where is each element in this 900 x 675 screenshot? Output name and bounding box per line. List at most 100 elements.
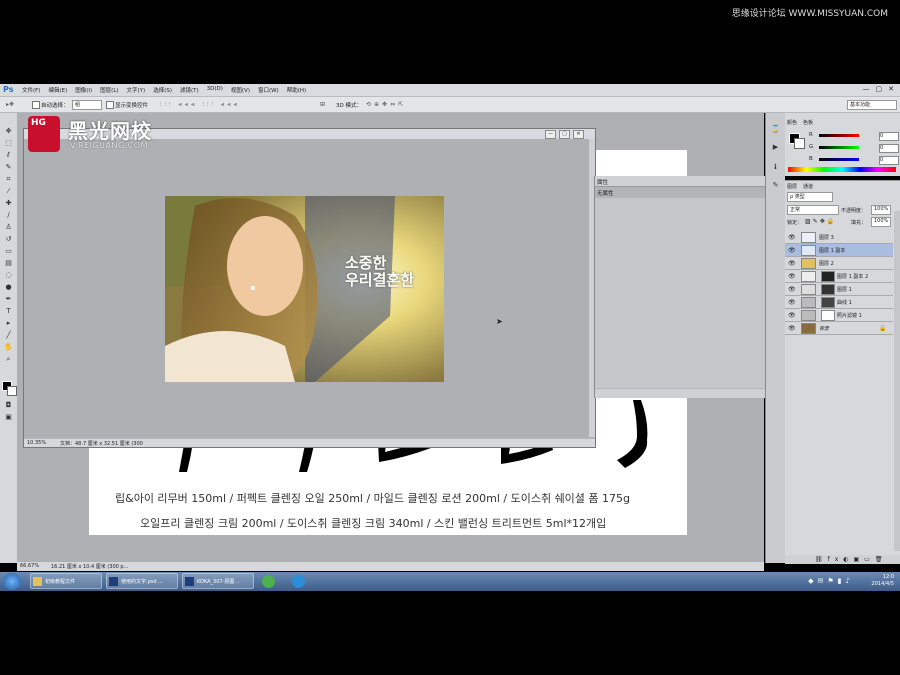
doc-minimize-button[interactable]: — bbox=[545, 130, 556, 139]
tab-layers[interactable]: 图层 bbox=[787, 183, 797, 190]
menu-help[interactable]: 帮助(H) bbox=[287, 86, 306, 94]
show-transform-checkbox[interactable] bbox=[106, 101, 114, 109]
menu-window[interactable]: 窗口(W) bbox=[258, 86, 279, 94]
tab-swatches[interactable]: 色板 bbox=[803, 119, 813, 126]
tray-icon[interactable]: ✉ bbox=[818, 577, 824, 585]
layer-row-layer-1[interactable]: 👁 图层 1 bbox=[785, 283, 893, 296]
brush-panel-icon[interactable]: ✎ bbox=[771, 181, 780, 190]
screen-mode-icon[interactable]: ▣ bbox=[4, 413, 13, 422]
layers-scrollbar[interactable] bbox=[894, 211, 900, 551]
doc-maximize-button[interactable]: ▢ bbox=[559, 130, 570, 139]
background-color-swatch[interactable] bbox=[7, 386, 17, 396]
quick-mask-icon[interactable]: ◘ bbox=[4, 401, 13, 410]
shape-tool-icon[interactable]: ╱ bbox=[4, 331, 13, 340]
layer-row-layer-3[interactable]: 👁 图层 3 bbox=[785, 231, 893, 244]
move-tool-icon[interactable]: ✥ bbox=[4, 127, 13, 136]
network-icon[interactable]: ▮ bbox=[838, 577, 842, 585]
marquee-tool-icon[interactable]: ⬚ bbox=[4, 139, 13, 148]
channel-b-slider[interactable] bbox=[819, 158, 859, 161]
layer-row-photo-filter-1[interactable]: 👁 照片滤镜 1 bbox=[785, 309, 893, 322]
zoom-tool-icon[interactable]: ⌕ bbox=[4, 355, 13, 364]
type-tool-icon[interactable]: T bbox=[4, 307, 13, 316]
auto-select-dropdown[interactable]: 组 bbox=[72, 100, 102, 110]
blend-mode-dropdown[interactable]: 正常 bbox=[787, 205, 839, 215]
channel-g-value[interactable]: 0 bbox=[879, 144, 899, 153]
visibility-eye-icon[interactable]: 👁 bbox=[788, 312, 796, 319]
layer-row-background[interactable]: 👁 背景 🔒 bbox=[785, 322, 893, 335]
dodge-tool-icon[interactable]: ● bbox=[4, 283, 13, 292]
menu-select[interactable]: 选择(S) bbox=[153, 86, 172, 94]
visibility-eye-icon[interactable]: 👁 bbox=[788, 286, 796, 293]
menu-3d[interactable]: 3D(D) bbox=[207, 86, 223, 94]
tab-properties[interactable]: 属性 bbox=[597, 178, 608, 186]
actions-panel-icon[interactable]: ▶ bbox=[771, 143, 780, 152]
tab-color[interactable]: 颜色 bbox=[787, 119, 797, 126]
quick-select-tool-icon[interactable]: ✎ bbox=[4, 163, 13, 172]
stamp-tool-icon[interactable]: ♙ bbox=[4, 223, 13, 232]
channel-r-slider[interactable] bbox=[819, 134, 859, 137]
eyedropper-tool-icon[interactable]: ⁄ bbox=[4, 187, 13, 196]
layer-row-curves-1[interactable]: 👁 曲线 1 bbox=[785, 296, 893, 309]
tray-icon[interactable]: ◆ bbox=[808, 577, 813, 585]
pen-tool-icon[interactable]: ✒ bbox=[4, 295, 13, 304]
healing-tool-icon[interactable]: ✚ bbox=[4, 199, 13, 208]
layer-row-layer-2[interactable]: 👁 图层 2 bbox=[785, 257, 893, 270]
blur-tool-icon[interactable]: ◌ bbox=[4, 271, 13, 280]
zoom-level[interactable]: 66.67% bbox=[20, 563, 39, 569]
system-tray-icons[interactable]: ◆ ✉ ⚑ ▮ ♪ bbox=[808, 577, 850, 585]
close-button[interactable]: ✕ bbox=[888, 85, 894, 93]
workspace-dropdown[interactable]: 基本功能 bbox=[847, 100, 897, 110]
3d-tool-icons[interactable]: ⟲⊕✥⇔⇱ bbox=[366, 101, 406, 108]
layer-action-icons[interactable]: ⛓fx◐▣▭🗑 bbox=[815, 556, 887, 563]
doc-zoom-level[interactable]: 10.35% bbox=[27, 440, 46, 446]
tab-channels[interactable]: 通道 bbox=[803, 183, 813, 190]
start-button[interactable] bbox=[3, 573, 21, 590]
align-icons[interactable]: ⫶⫶⫶ ⫷⫷⫷ ⫶⫶⫶ ⫷⫷⫷ bbox=[160, 101, 240, 109]
hand-tool-icon[interactable]: ✋ bbox=[4, 343, 13, 352]
visibility-eye-icon[interactable]: 👁 bbox=[788, 260, 796, 267]
taskbar-item-ps-doc-2[interactable]: KOKA_307-原图... bbox=[182, 573, 254, 589]
eraser-tool-icon[interactable]: ▭ bbox=[4, 247, 13, 256]
channel-r-value[interactable]: 0 bbox=[879, 132, 899, 141]
visibility-eye-icon[interactable]: 👁 bbox=[788, 325, 796, 332]
move-tool-icon[interactable]: ▸✥ bbox=[6, 101, 14, 108]
menu-layer[interactable]: 图层(L) bbox=[100, 86, 118, 94]
tray-icon[interactable]: ⚑ bbox=[827, 577, 833, 585]
visibility-eye-icon[interactable]: 👁 bbox=[788, 234, 796, 241]
layer-row-layer-1-copy-2[interactable]: 👁 图层 1 副本 2 bbox=[785, 270, 893, 283]
volume-icon[interactable]: ♪ bbox=[846, 577, 850, 585]
minimize-button[interactable]: — bbox=[863, 85, 870, 93]
menu-edit[interactable]: 编辑(E) bbox=[48, 86, 67, 94]
menu-image[interactable]: 图像(I) bbox=[75, 86, 92, 94]
brush-tool-icon[interactable]: ∕ bbox=[4, 211, 13, 220]
info-panel-icon[interactable]: ℹ bbox=[771, 163, 780, 172]
opacity-input[interactable]: 100% bbox=[871, 205, 891, 215]
auto-align-icon[interactable]: ⊞ bbox=[320, 101, 325, 108]
history-brush-icon[interactable]: ↺ bbox=[4, 235, 13, 244]
channel-b-value[interactable]: 0 bbox=[879, 156, 899, 165]
menu-type[interactable]: 文字(Y) bbox=[127, 86, 146, 94]
channel-g-slider[interactable] bbox=[819, 146, 859, 149]
menu-file[interactable]: 文件(F) bbox=[22, 86, 40, 94]
crop-tool-icon[interactable]: ⌗ bbox=[4, 175, 13, 184]
browser-icon[interactable] bbox=[292, 575, 305, 588]
bg-color-swatch[interactable] bbox=[794, 138, 805, 149]
auto-select-checkbox[interactable] bbox=[32, 101, 40, 109]
lasso-tool-icon[interactable]: ℓ bbox=[4, 151, 13, 160]
maximize-button[interactable]: ▢ bbox=[876, 85, 883, 93]
visibility-eye-icon[interactable]: 👁 bbox=[788, 247, 796, 254]
history-panel-icon[interactable]: ⌛ bbox=[771, 125, 780, 134]
menu-view[interactable]: 视图(V) bbox=[231, 86, 250, 94]
gradient-tool-icon[interactable]: ▤ bbox=[4, 259, 13, 268]
color-spectrum[interactable] bbox=[788, 167, 896, 172]
taskbar-item-folder[interactable]: 初级教程文件 bbox=[30, 573, 102, 589]
doc-close-button[interactable]: ✕ bbox=[573, 130, 584, 139]
layer-filter-dropdown[interactable]: ρ 类型 bbox=[787, 192, 833, 202]
fill-input[interactable]: 100% bbox=[871, 217, 891, 227]
visibility-eye-icon[interactable]: 👁 bbox=[788, 299, 796, 306]
visibility-eye-icon[interactable]: 👁 bbox=[788, 273, 796, 280]
lock-icons[interactable]: ▨✎✥🔒 bbox=[805, 218, 836, 225]
layer-row-layer-1-copy[interactable]: 👁 图层 1 副本 bbox=[785, 244, 893, 257]
refresh-app-icon[interactable] bbox=[262, 575, 275, 588]
menu-filter[interactable]: 滤镜(T) bbox=[180, 86, 199, 94]
